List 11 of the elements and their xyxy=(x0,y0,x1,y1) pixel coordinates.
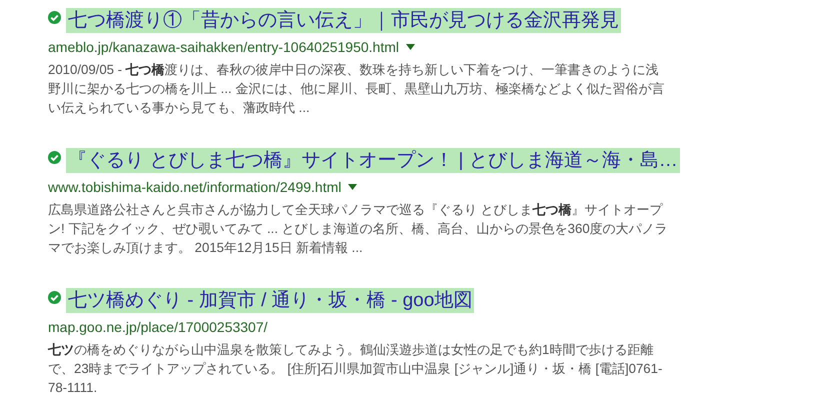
result-url: www.tobishima-kaido.net/information/2499.html xyxy=(48,179,342,195)
result-title[interactable]: 『ぐるり とびしま七つ橋』サイトオープン！ | とびしま海道～海・島… xyxy=(66,148,680,173)
result-snippet: 七ツの橋をめぐりながら山中温泉を散策してみよう。鶴仙渓遊歩道は女性の足でも約1時間で歩ける距離で、23時までライトアップされている。 [住所]石川県加賀市山中温泉 [ジャンル]通り・坂・橋 [電話]0761-78-1111. xyxy=(48,341,664,397)
result-url: ameblo.jp/kanazawa-saihakken/entry-10640251950.html xyxy=(48,39,399,55)
result-title[interactable]: 七つ橋渡り①「昔からの言い伝え」｜市民が見つける金沢再発見 xyxy=(66,8,621,33)
result-url: map.goo.ne.jp/place/17000253307/ xyxy=(48,319,268,335)
caret-icon[interactable] xyxy=(406,44,415,50)
result-title[interactable]: 七ツ橋めぐり - 加賀市 / 通り・坂・橋 - goo地図 xyxy=(66,288,474,313)
caret-icon[interactable] xyxy=(348,184,358,190)
result-snippet: 2010/09/05 - 七つ橋渡りは、春秋の彼岸中日の深夜、数珠を持ち新しい下着をつけ、一筆書きのように浅野川に架かる七つの橋を川上 ... 金沢には、他に犀川、長町、黒壁山九万坊、極楽橋などよく似た習俗が言い伝えられている事から見ても、藩政時代 ... xyxy=(48,61,666,117)
result-snippet: 広島県道路公社さんと呉市さんが協力して全天球パノラマで巡る『ぐるり とびしま七つ橋』サイトオープン! 下記をクイック、ぜひ覗いてみて ... とびしま海道の名所、橋、高台、山からの景色を360度の大パノラマでお楽しみ頂けます。 2015年12月15日 新着情報 ... xyxy=(48,201,669,257)
